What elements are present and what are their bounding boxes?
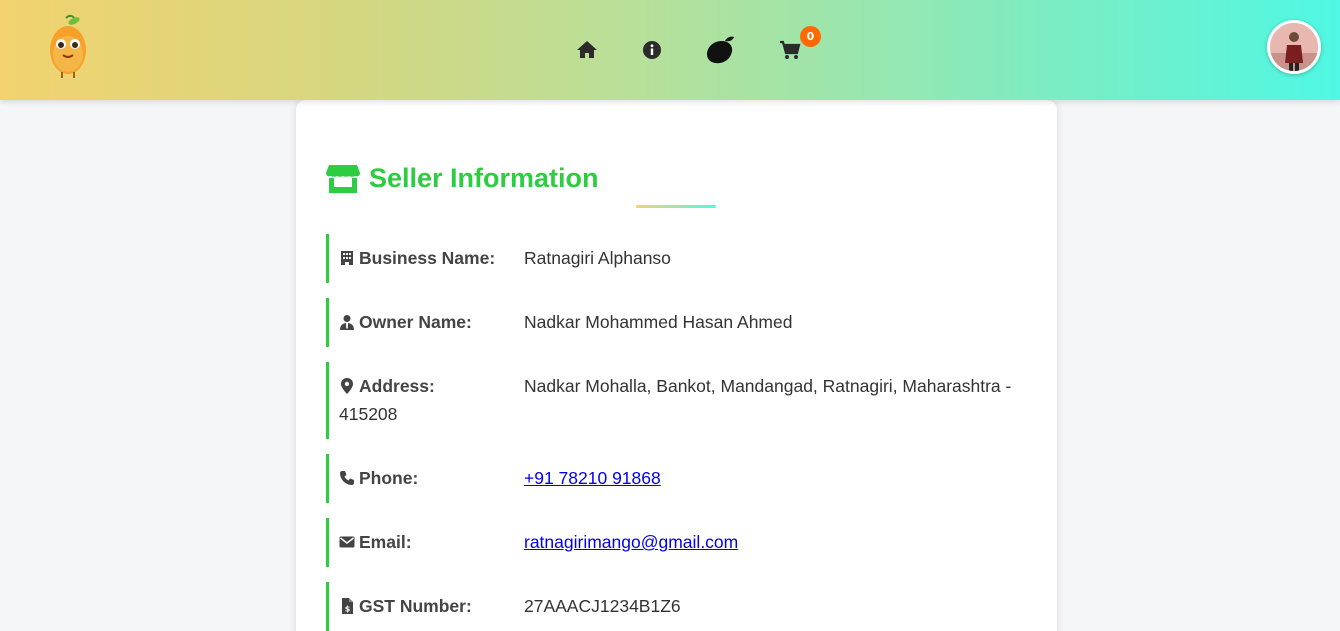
- store-icon: [326, 165, 360, 193]
- mango-icon[interactable]: [703, 34, 737, 66]
- gst-number-label: $ GST Number:: [339, 592, 524, 620]
- cart-icon[interactable]: [778, 38, 802, 62]
- home-icon[interactable]: [575, 38, 599, 62]
- business-name-row: Business Name: Ratnagiri Alphanso: [326, 234, 1026, 283]
- user-avatar[interactable]: [1267, 20, 1321, 74]
- info-icon[interactable]: [640, 38, 664, 62]
- owner-name-value: Nadkar Mohammed Hasan Ahmed: [524, 312, 793, 332]
- mango-mascot-logo[interactable]: [44, 14, 92, 80]
- svg-text:$: $: [345, 605, 351, 614]
- page-title: Seller Information: [369, 162, 599, 193]
- phone-link[interactable]: +91 78210 91868: [524, 468, 661, 488]
- owner-name-label: Owner Name:: [339, 308, 524, 336]
- seller-info-card: Seller Information Business Name: Ratnag…: [296, 100, 1057, 631]
- owner-name-row: Owner Name: Nadkar Mohammed Hasan Ahmed: [326, 298, 1026, 347]
- user-tie-icon: [340, 315, 354, 330]
- invoice-dollar-icon: $: [342, 598, 353, 614]
- phone-icon: [340, 471, 354, 485]
- address-label: Address:: [339, 372, 524, 400]
- email-link[interactable]: ratnagirimango@gmail.com: [524, 532, 738, 552]
- gst-number-row: $ GST Number: 27AAACJ1234B1Z6: [326, 582, 1026, 631]
- cart-count-badge: 0: [800, 26, 821, 47]
- seller-info-heading: Seller Information: [326, 160, 599, 196]
- business-name-value: Ratnagiri Alphanso: [524, 248, 671, 268]
- gst-number-value: 27AAACJ1234B1Z6: [524, 596, 681, 616]
- email-label: Email:: [339, 528, 524, 556]
- email-row: Email: ratnagirimango@gmail.com: [326, 518, 1026, 567]
- title-underline: [636, 205, 716, 208]
- address-row: Address: Nadkar Mohalla, Bankot, Mandang…: [326, 362, 1026, 439]
- phone-row: Phone: +91 78210 91868: [326, 454, 1026, 503]
- top-navbar: 0: [0, 0, 1340, 100]
- building-icon: [341, 251, 353, 265]
- business-name-label: Business Name:: [339, 244, 524, 272]
- map-marker-icon: [341, 378, 353, 394]
- envelope-icon: [339, 536, 355, 548]
- phone-label: Phone:: [339, 464, 524, 492]
